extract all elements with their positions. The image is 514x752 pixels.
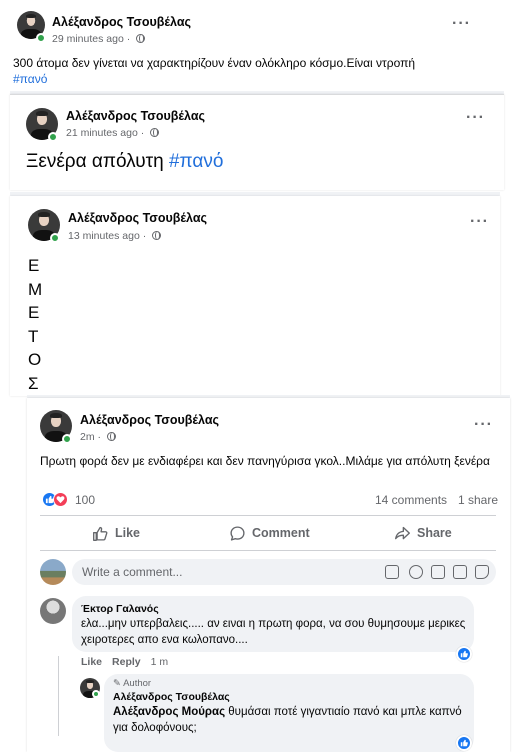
post-text: Πρωτη φορά δεν με ενδιαφέρει και δεν παν…	[40, 454, 490, 468]
like-label: Like	[115, 526, 141, 540]
letter: Σ	[28, 373, 39, 393]
comment-composer[interactable]	[72, 559, 496, 585]
emoji-icon[interactable]	[409, 565, 423, 579]
comment-input[interactable]	[82, 559, 372, 585]
post-time[interactable]: 2m ·	[80, 431, 104, 443]
author-badge: ✎ Author	[113, 678, 151, 689]
tagged-person[interactable]: Αλέξανδρος Μούρας	[113, 706, 225, 718]
like-icon	[93, 526, 108, 541]
author-name[interactable]: Αλέξανδρος Τσουβέλας	[52, 15, 191, 29]
post-text-vertical: Ε Μ Ε Τ Ο Σ	[28, 254, 48, 395]
letter: Τ	[28, 326, 39, 346]
reply-like-badge[interactable]	[456, 735, 472, 751]
post-text: Ξενέρα απόλυτη #πανό	[26, 151, 223, 173]
online-status-dot	[48, 132, 58, 142]
post-timestamp[interactable]: 2m ·	[80, 431, 116, 443]
post-time[interactable]: 29 minutes ago ·	[52, 33, 133, 45]
divider	[40, 515, 496, 516]
comment-icon	[230, 525, 245, 541]
comment-actions: Like Reply 1 m	[81, 656, 168, 668]
letter: Ε	[28, 303, 40, 322]
online-status-dot	[92, 690, 100, 698]
globe-icon	[136, 34, 146, 43]
share-icon	[395, 526, 410, 539]
comment-like-button[interactable]: Like	[81, 656, 102, 668]
commenter-avatar[interactable]	[40, 598, 66, 624]
share-label: Share	[417, 526, 452, 540]
love-reaction-icon	[53, 492, 68, 507]
like-button[interactable]: Like	[92, 520, 140, 546]
pencil-icon: ✎	[113, 678, 124, 689]
globe-icon	[150, 128, 160, 137]
post-timestamp[interactable]: 13 minutes ago ·	[68, 230, 162, 242]
shares-count[interactable]: 1 share	[458, 493, 498, 507]
letter: Ο	[28, 350, 42, 369]
globe-icon	[106, 432, 116, 441]
more-icon[interactable]: ···	[466, 109, 485, 127]
letter: Μ	[28, 279, 43, 299]
comment-reply-button[interactable]: Reply	[112, 656, 141, 668]
comments-count[interactable]: 14 comments	[375, 493, 447, 507]
post-timestamp[interactable]: 21 minutes ago ·	[66, 127, 160, 139]
gif-icon[interactable]	[453, 565, 467, 579]
letter: Ε	[28, 256, 40, 275]
comment-label: Comment	[252, 526, 310, 540]
post-time[interactable]: 13 minutes ago ·	[68, 230, 149, 242]
post-2: Αλέξανδρος Τσουβέλας 21 minutes ago · ··…	[10, 94, 504, 190]
hashtag-link[interactable]: #πανό	[13, 72, 47, 86]
hashtag-link[interactable]: #πανό	[169, 151, 223, 172]
divider	[40, 550, 496, 551]
camera-icon[interactable]	[431, 565, 445, 579]
post-3: Αλέξανδρος Τσουβέλας 13 minutes ago · ··…	[10, 196, 500, 396]
globe-icon	[152, 231, 162, 240]
comment-time[interactable]: 1 m	[151, 656, 169, 668]
comment-text: ελα...μην υπερβαλεις..... αν ειναι η πρω…	[81, 618, 466, 646]
comment-like-badge[interactable]	[456, 646, 472, 662]
reaction-count[interactable]: 100	[75, 493, 95, 507]
viewer-avatar[interactable]	[40, 559, 66, 585]
online-status-dot	[50, 233, 60, 243]
avatar-sticker-icon[interactable]	[385, 565, 399, 579]
post-text: 300 άτομα δεν γίνεται να χαρακτηρίζουν έ…	[13, 55, 493, 87]
author-name[interactable]: Αλέξανδρος Τσουβέλας	[66, 109, 205, 123]
reply-text: Αλέξανδρος Μούρας θυμάσαι ποτέ γιγαντιαί…	[113, 704, 463, 736]
share-button[interactable]: Share	[394, 520, 452, 546]
author-name[interactable]: Αλέξανδρος Τσουβέλας	[80, 413, 219, 427]
more-icon[interactable]: ···	[452, 15, 471, 33]
comment-author[interactable]: Έκτορ Γαλανός	[81, 603, 159, 615]
post-time[interactable]: 21 minutes ago ·	[66, 127, 147, 139]
author-name[interactable]: Αλέξανδρος Τσουβέλας	[68, 211, 207, 225]
more-icon[interactable]: ···	[470, 213, 489, 231]
sticker-icon[interactable]	[475, 565, 489, 579]
online-status-dot	[62, 434, 72, 444]
comment-button[interactable]: Comment	[229, 520, 310, 546]
post-text-body: Ξενέρα απόλυτη	[26, 151, 169, 172]
post-text-body: 300 άτομα δεν γίνεται να χαρακτηρίζουν έ…	[13, 56, 416, 70]
online-status-dot	[36, 33, 46, 43]
post-timestamp[interactable]: 29 minutes ago ·	[52, 33, 146, 45]
more-icon[interactable]: ···	[474, 416, 493, 434]
author-badge-label: Author	[123, 678, 152, 689]
reply-thread-line	[58, 656, 59, 736]
reply-author[interactable]: Αλέξανδρος Τσουβέλας	[113, 691, 230, 703]
